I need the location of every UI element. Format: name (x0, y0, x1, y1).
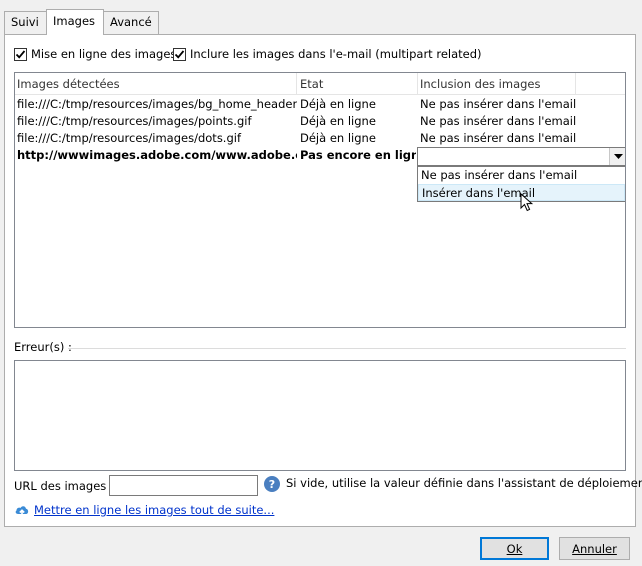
errors-label: Erreur(s) : (14, 340, 72, 354)
image-status: Déjà en ligne (300, 97, 376, 111)
column-header-inclusion-label: Inclusion des images (420, 77, 541, 91)
tab-suivi[interactable]: Suivi (4, 11, 47, 34)
image-path: file:///C:/tmp/resources/images/dots.gif (17, 131, 242, 145)
checkmark-icon (173, 47, 186, 61)
image-inclusion: Ne pas insérer dans l'email (420, 114, 577, 128)
tab-suivi-label: Suivi (11, 15, 39, 29)
table-row[interactable]: file:///C:/tmp/resources/images/dots.gif… (15, 130, 625, 147)
column-header-inclusion[interactable]: Inclusion des images (418, 73, 576, 95)
column-header-images[interactable]: Images détectées (15, 73, 297, 95)
upload-images-label: Mise en ligne des images (31, 47, 177, 61)
upload-images-checkbox[interactable]: Mise en ligne des images (14, 47, 176, 61)
ok-button[interactable]: Ok (480, 537, 549, 560)
image-path: file:///C:/tmp/resources/images/bg_home_… (17, 97, 297, 111)
column-header-etat-label: Etat (300, 77, 324, 91)
chevron-down-icon[interactable] (609, 148, 625, 165)
image-status: Déjà en ligne (300, 114, 376, 128)
tab-avance[interactable]: Avancé (103, 11, 159, 34)
column-header-images-label: Images détectées (17, 77, 120, 91)
include-images-checkbox[interactable]: Inclure les images dans l'e-mail (multip… (173, 47, 482, 61)
cancel-button[interactable]: Annuler (559, 537, 630, 560)
upload-images-now-link[interactable]: Mettre en ligne les images tout de suite… (34, 503, 274, 517)
table-row[interactable]: file:///C:/tmp/resources/images/points.g… (15, 113, 625, 130)
checkmark-icon (14, 47, 27, 61)
errors-divider (68, 348, 626, 349)
column-header-etat[interactable]: Etat (297, 73, 418, 95)
tab-images-label: Images (53, 14, 96, 28)
mouse-cursor-icon (520, 193, 534, 212)
dropdown-option-insert-label: Insérer dans l'email (422, 186, 536, 200)
image-inclusion: Ne pas insérer dans l'email (420, 97, 577, 111)
image-status: Pas encore en ligne (300, 148, 416, 162)
help-icon[interactable]: ? (264, 476, 280, 492)
tab-avance-label: Avancé (110, 15, 152, 29)
images-list[interactable]: Images détectées Etat Inclusion des imag… (14, 72, 626, 328)
inclusion-select[interactable] (417, 147, 625, 166)
dropdown-option-no-insert-label: Ne pas insérer dans l'email (421, 168, 578, 182)
dropdown-option-no-insert[interactable]: Ne pas insérer dans l'email (418, 167, 625, 184)
table-row[interactable]: file:///C:/tmp/resources/images/bg_home_… (15, 96, 625, 113)
errors-box[interactable] (14, 360, 626, 471)
image-status: Déjà en ligne (300, 131, 376, 145)
url-help-text: Si vide, utilise la valeur définie dans … (286, 476, 642, 490)
image-inclusion: Ne pas insérer dans l'email (420, 131, 577, 145)
ok-button-label: Ok (506, 541, 523, 556)
image-path: file:///C:/tmp/resources/images/points.g… (17, 114, 252, 128)
url-images-input[interactable] (109, 475, 258, 496)
cloud-upload-icon (15, 506, 29, 516)
url-images-label: URL des images : (14, 479, 114, 493)
cancel-button-label: Annuler (572, 541, 617, 556)
include-images-label: Inclure les images dans l'e-mail (multip… (190, 47, 482, 61)
tab-images[interactable]: Images (46, 9, 104, 35)
image-path: http://wwwimages.adobe.com/www.adobe.com… (17, 148, 297, 162)
list-header: Images détectées Etat Inclusion des imag… (15, 73, 625, 95)
